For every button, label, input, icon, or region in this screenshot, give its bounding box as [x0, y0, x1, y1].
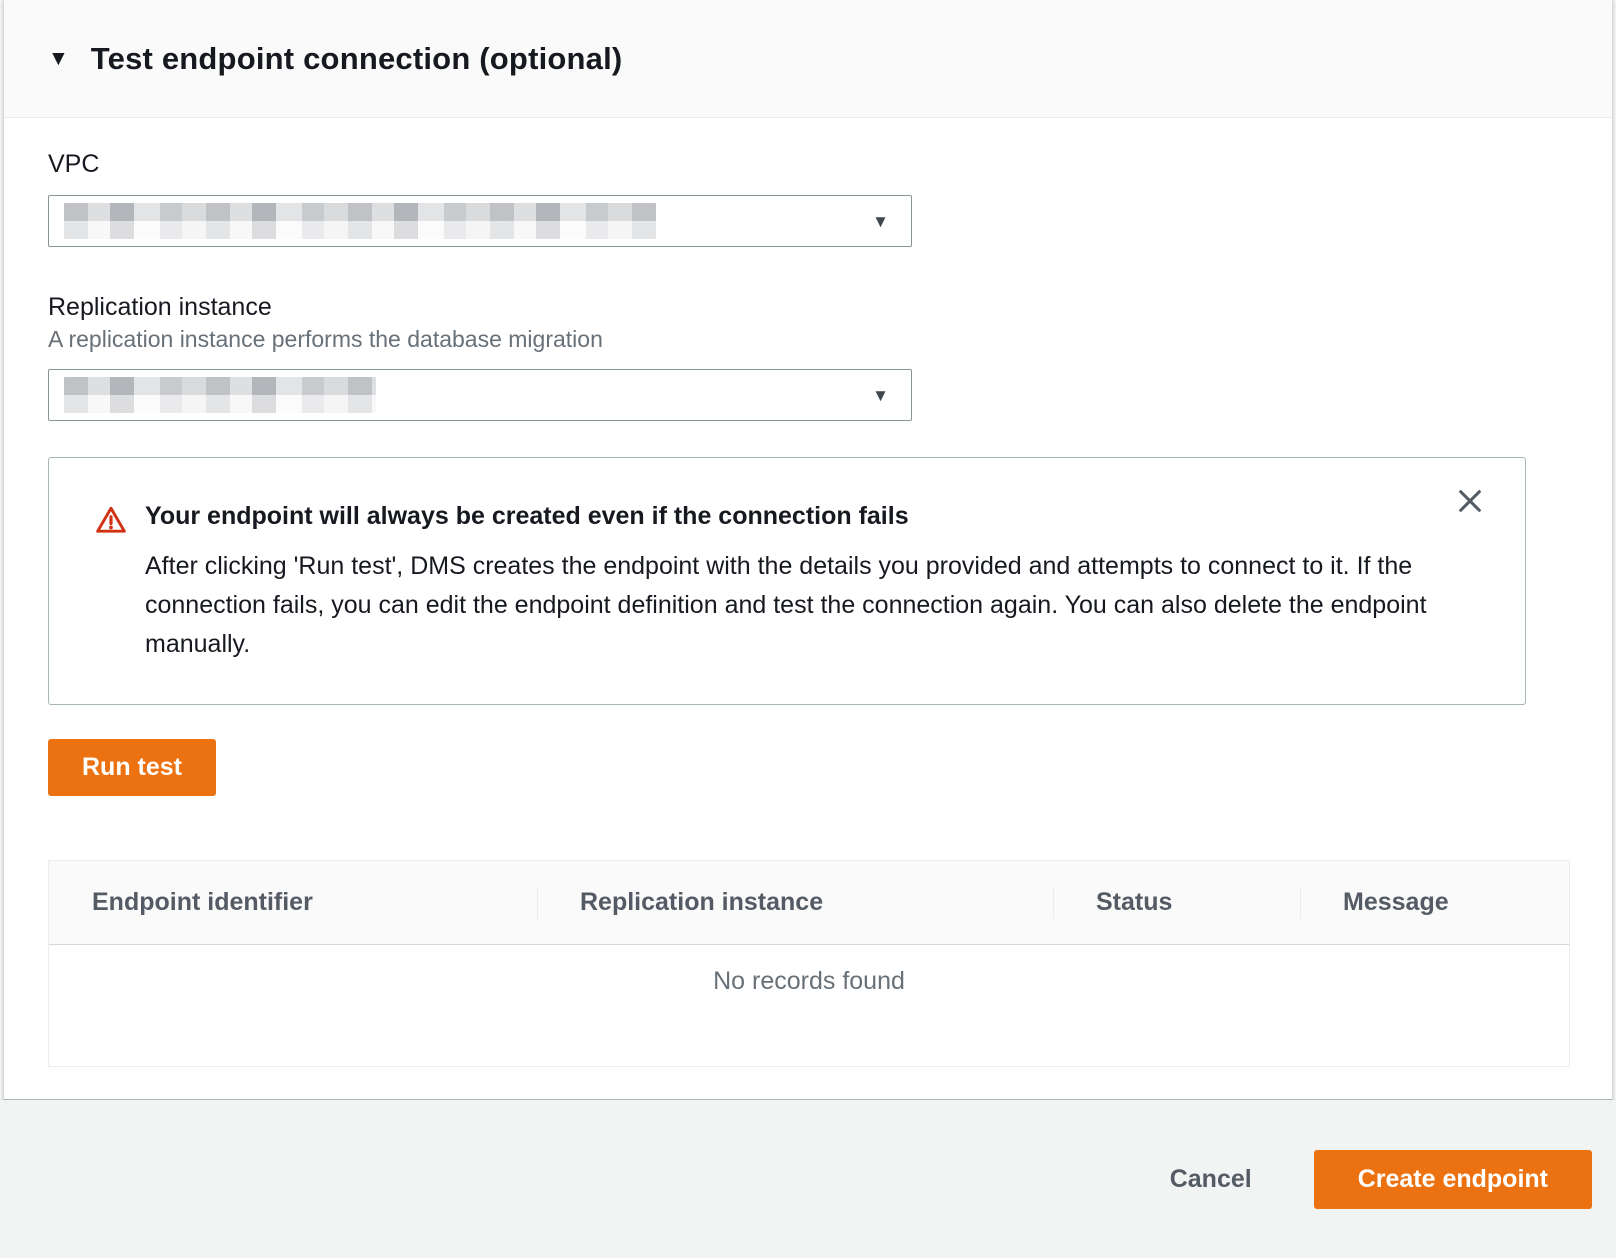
- table-empty-state: No records found: [49, 945, 1569, 1066]
- test-results-table: Endpoint identifier Replication instance…: [48, 860, 1570, 1067]
- column-header-replication-instance: Replication instance: [537, 861, 1053, 944]
- run-test-button[interactable]: Run test: [48, 739, 216, 796]
- warning-banner: Your endpoint will always be created eve…: [48, 457, 1526, 705]
- section-title: Test endpoint connection (optional): [91, 41, 623, 77]
- replication-instance-description: A replication instance performs the data…: [48, 326, 1568, 353]
- expander-triangle-icon: ▼: [48, 48, 69, 69]
- close-icon[interactable]: [1453, 484, 1487, 518]
- replication-instance-redacted-value: [64, 377, 376, 413]
- section-body: VPC ▼ Replication instance A replication…: [4, 118, 1612, 1067]
- section-expander-header[interactable]: ▼ Test endpoint connection (optional): [4, 0, 1612, 118]
- vpc-label: VPC: [48, 150, 1568, 179]
- vpc-redacted-value: [64, 203, 656, 239]
- vpc-select[interactable]: ▼: [48, 195, 912, 247]
- warning-triangle-icon: [95, 504, 127, 541]
- column-header-endpoint-identifier: Endpoint identifier: [49, 861, 537, 944]
- chevron-down-icon: ▼: [872, 213, 889, 230]
- page: ▼ Test endpoint connection (optional) VP…: [0, 0, 1616, 1258]
- create-endpoint-button[interactable]: Create endpoint: [1314, 1150, 1592, 1209]
- form-actions-footer: Cancel Create endpoint: [0, 1100, 1616, 1258]
- chevron-down-icon: ▼: [872, 387, 889, 404]
- warning-message: After clicking 'Run test', DMS creates t…: [145, 547, 1429, 664]
- column-header-status: Status: [1053, 861, 1300, 944]
- test-endpoint-section: ▼ Test endpoint connection (optional) VP…: [3, 0, 1613, 1100]
- column-header-message: Message: [1300, 861, 1569, 944]
- cancel-button[interactable]: Cancel: [1160, 1151, 1262, 1208]
- replication-instance-select[interactable]: ▼: [48, 369, 912, 421]
- table-header-row: Endpoint identifier Replication instance…: [49, 861, 1569, 945]
- warning-title: Your endpoint will always be created eve…: [145, 502, 909, 531]
- replication-instance-label: Replication instance: [48, 293, 1568, 322]
